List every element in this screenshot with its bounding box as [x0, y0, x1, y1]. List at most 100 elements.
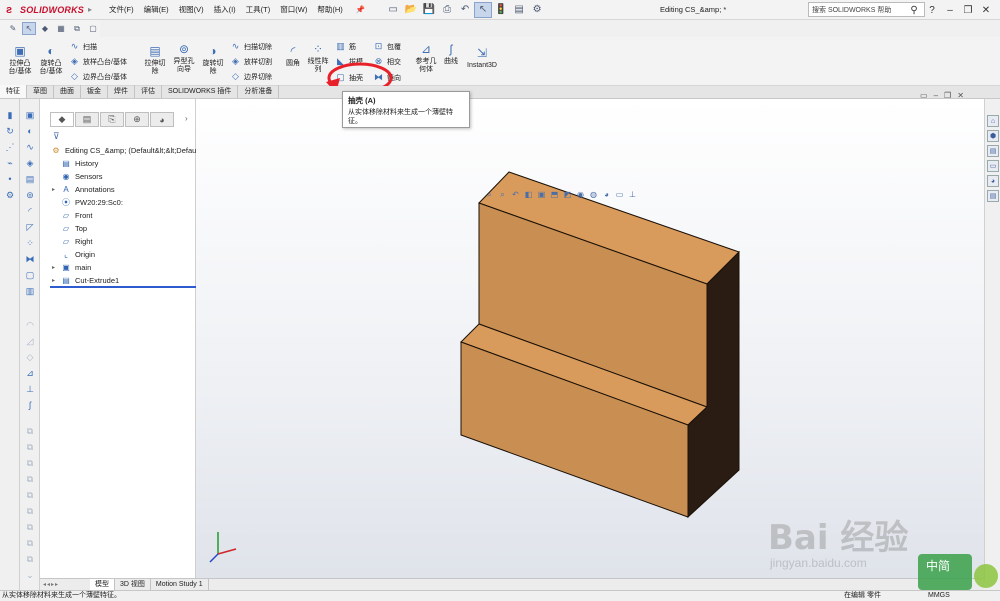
intersect-button[interactable]: ⊗ 相交: [372, 56, 401, 67]
zoom-area-icon[interactable]: ⌕: [497, 189, 508, 200]
v-fillet-icon[interactable]: ◜: [23, 205, 37, 217]
dimxpert-tab-icon[interactable]: ⊕: [125, 112, 149, 127]
reference-geometry-button[interactable]: ⊿ 参考几 何体: [412, 41, 440, 74]
rotate-icon[interactable]: ↻: [3, 125, 17, 137]
v-move-icon[interactable]: ⧉: [23, 441, 37, 453]
v-scale-icon[interactable]: ⧉: [23, 457, 37, 469]
v-copy-icon[interactable]: ⧉: [23, 425, 37, 437]
menu-tools[interactable]: 工具(T): [241, 0, 276, 20]
menu-edit[interactable]: 编辑(E): [139, 0, 174, 20]
v-shell-icon[interactable]: ▢: [23, 269, 37, 281]
appearance-icon[interactable]: ◆: [38, 22, 52, 35]
revolve-boss-button[interactable]: ◐ 旋转凸 台/基体: [36, 43, 66, 76]
new-document-icon[interactable]: ▭: [384, 2, 402, 18]
lofted-cut-button[interactable]: ◈ 放样切割: [229, 56, 272, 67]
part-icon[interactable]: ▮: [3, 109, 17, 121]
v-loft-icon[interactable]: ◈: [23, 157, 37, 169]
tab-motion-study[interactable]: Motion Study 1: [151, 578, 209, 591]
viewport-restore-icon[interactable]: ❐: [944, 91, 951, 100]
tab-sketch[interactable]: 草图: [27, 85, 54, 98]
v-freeform-icon[interactable]: ⧉: [23, 521, 37, 533]
print-icon[interactable]: ⎙: [438, 2, 456, 18]
previous-view-icon[interactable]: ↶: [510, 189, 521, 200]
tangent-icon[interactable]: ⌁: [3, 157, 17, 169]
tree-item-right-plane[interactable]: ▱ Right: [52, 235, 93, 248]
shell-button[interactable]: ▢ 抽壳: [334, 72, 363, 83]
extrude-cut-button[interactable]: ▤ 拉伸切 除: [141, 43, 169, 76]
copy-icon[interactable]: ⧉: [70, 22, 84, 35]
revolve-cut-button[interactable]: ◑ 旋转切 除: [199, 43, 227, 76]
gear-settings-icon[interactable]: ⚙: [3, 189, 17, 201]
sweep-button[interactable]: ∿ 扫描: [68, 41, 97, 52]
feature-tree-tab-icon[interactable]: ◆: [50, 112, 74, 127]
hole-wizard-button[interactable]: ⊚ 异型孔 向导: [170, 41, 198, 74]
tree-item-origin[interactable]: ⌞ Origin: [52, 248, 95, 261]
v-deform-icon[interactable]: ◇: [23, 351, 37, 363]
v-rib-icon[interactable]: ▥: [23, 285, 37, 297]
options-gear-icon[interactable]: ⚙: [528, 2, 546, 18]
v-indent-icon[interactable]: ⧉: [23, 537, 37, 549]
selection-filter-icon[interactable]: ↖: [22, 22, 36, 35]
file-properties-icon[interactable]: ▤: [510, 2, 528, 18]
tree-item-front-plane[interactable]: ▱ Front: [52, 209, 93, 222]
v-more-icon[interactable]: ⌄: [23, 569, 37, 581]
tab-evaluate[interactable]: 评估: [135, 85, 162, 98]
menu-file[interactable]: 文件(F): [104, 0, 139, 20]
v-cut-icon[interactable]: ▤: [23, 173, 37, 185]
rollback-bar[interactable]: [50, 286, 196, 288]
curves-button[interactable]: ʃ 曲线: [440, 41, 462, 66]
pin-icon[interactable]: 📌: [351, 0, 370, 20]
restore-icon[interactable]: ❐: [959, 5, 977, 16]
rib-button[interactable]: ▥ 筋: [334, 41, 356, 52]
v-sweep-icon[interactable]: ∿: [23, 141, 37, 153]
tab-features[interactable]: 特征: [0, 85, 27, 98]
v-extrude-icon[interactable]: ▣: [23, 109, 37, 121]
v-refgeom-icon[interactable]: ⊿: [23, 367, 37, 379]
tab-addins[interactable]: SOLIDWORKS 插件: [162, 85, 239, 98]
configuration-tab-icon[interactable]: ⎘: [100, 112, 124, 127]
display-icon[interactable]: ▦: [54, 22, 68, 35]
solidworks-logo[interactable]: ƨ SOLIDWORKS ▸: [0, 0, 100, 20]
menu-help[interactable]: 帮助(H): [312, 0, 347, 20]
filter-icon[interactable]: ⊽: [53, 131, 60, 142]
tab-3d-views[interactable]: 3D 视图: [115, 578, 151, 591]
fillet-button[interactable]: ◜ 圆角: [282, 43, 304, 68]
file-explorer-icon[interactable]: ▭: [987, 160, 999, 172]
sketch-icon[interactable]: ✎: [6, 22, 20, 35]
expand-arrow-icon[interactable]: ▸: [52, 277, 60, 284]
v-dome-icon[interactable]: ◠: [23, 319, 37, 331]
tab-analysis-prep[interactable]: 分析准备: [238, 85, 280, 98]
undo-icon[interactable]: ↶: [456, 2, 474, 18]
extrude-boss-button[interactable]: ▣ 拉伸凸 台/基体: [5, 43, 35, 76]
hide-show-icon[interactable]: ◉: [575, 189, 586, 200]
v-curve-icon[interactable]: ʃ: [23, 399, 37, 411]
view-settings-icon[interactable]: ▭: [614, 189, 625, 200]
tab-scroll-arrows-icon[interactable]: ◂◂▸▸: [40, 581, 90, 588]
tree-item-material[interactable]: ⦿ PW20:29:Sc0:: [52, 196, 123, 209]
menu-view[interactable]: 视图(V): [174, 0, 209, 20]
menu-expand-arrow-icon[interactable]: ▸: [88, 5, 92, 14]
design-library-icon[interactable]: ▤: [987, 145, 999, 157]
edit-appearance-icon[interactable]: ◍: [588, 189, 599, 200]
dynamic-annotation-icon[interactable]: ▣: [536, 189, 547, 200]
boundary-boss-button[interactable]: ◇ 边界凸台/基体: [68, 71, 127, 82]
v-delete-icon[interactable]: ⧉: [23, 505, 37, 517]
wrap-button[interactable]: ⊡ 包覆: [372, 41, 401, 52]
v-revolve-icon[interactable]: ◐: [23, 125, 37, 137]
sketch-line-icon[interactable]: ⋰: [3, 141, 17, 153]
search-icon[interactable]: ⚲: [905, 5, 923, 16]
apply-scene-icon[interactable]: ◕: [601, 189, 612, 200]
v-split-icon[interactable]: ⧉: [23, 473, 37, 485]
home-icon[interactable]: ⌂: [987, 115, 999, 127]
expand-arrow-icon[interactable]: ▸: [52, 186, 60, 193]
triad-icon[interactable]: ⊥: [627, 189, 638, 200]
draft-button[interactable]: ◣ 拔模: [334, 56, 363, 67]
fm-expand-arrow-icon[interactable]: ›: [185, 114, 188, 123]
open-document-icon[interactable]: 📂: [402, 2, 420, 18]
v-axis-icon[interactable]: ⊥: [23, 383, 37, 395]
display-manager-tab-icon[interactable]: ◕: [150, 112, 174, 127]
help-icon[interactable]: ?: [923, 5, 941, 16]
tab-model[interactable]: 模型: [90, 578, 115, 591]
v-flex-icon[interactable]: ◿: [23, 335, 37, 347]
rebuild-icon[interactable]: 🚦: [492, 2, 510, 18]
